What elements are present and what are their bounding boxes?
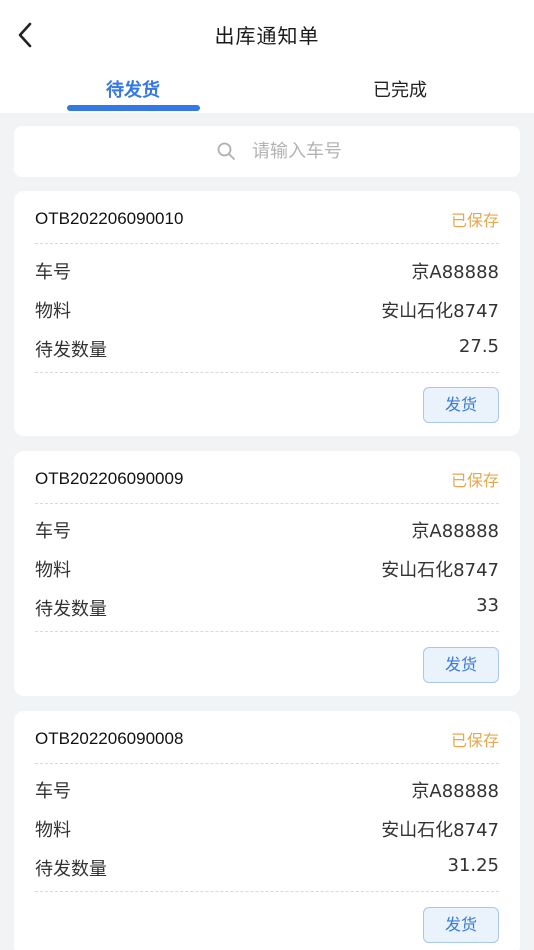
tab-pending-shipment[interactable]: 待发货 [33,76,233,102]
material-label: 物料 [35,820,71,841]
material-value: 安山石化8747 [381,560,499,581]
qty-label: 待发数量 [35,599,107,620]
page-title: 出库通知单 [214,24,320,48]
divider [35,763,499,764]
ship-button[interactable]: 发货 [423,907,499,943]
plate-value: 京A88888 [411,781,499,802]
search-bar[interactable] [14,126,520,177]
material-value: 安山石化8747 [381,301,499,322]
ship-button[interactable]: 发货 [423,647,499,683]
order-number: OTB202206090008 [35,729,184,748]
order-number: OTB202206090009 [35,469,184,488]
plate-label: 车号 [35,521,71,542]
order-card: OTB202206090009 已保存 车号 京A88888 物料 安山石化87… [14,451,520,696]
order-card: OTB202206090008 已保存 车号 京A88888 物料 安山石化87… [14,711,520,950]
divider [35,631,499,632]
plate-value: 京A88888 [411,521,499,542]
status-badge: 已保存 [450,731,499,750]
qty-label: 待发数量 [35,340,107,361]
material-label: 物料 [35,560,71,581]
status-badge: 已保存 [450,471,499,490]
order-card: OTB202206090010 已保存 车号 京A88888 物料 安山石化87… [14,191,520,436]
divider [35,243,499,244]
order-number: OTB202206090010 [35,209,184,228]
search-icon [217,142,235,160]
status-badge: 已保存 [450,211,499,230]
plate-label: 车号 [35,262,71,283]
material-label: 物料 [35,301,71,322]
divider [35,503,499,504]
qty-value: 33 [476,595,499,616]
divider [35,891,499,892]
tab-completed[interactable]: 已完成 [300,76,500,102]
divider [35,372,499,373]
qty-value: 31.25 [447,855,499,876]
active-tab-indicator [67,105,200,111]
material-value: 安山石化8747 [381,820,499,841]
plate-label: 车号 [35,781,71,802]
tab-bar: 待发货 已完成 [0,64,534,113]
nav-bar: 出库通知单 [0,0,534,64]
ship-button[interactable]: 发货 [423,387,499,423]
plate-value: 京A88888 [411,262,499,283]
qty-label: 待发数量 [35,859,107,880]
qty-value: 27.5 [458,336,499,357]
search-input[interactable] [252,136,492,167]
